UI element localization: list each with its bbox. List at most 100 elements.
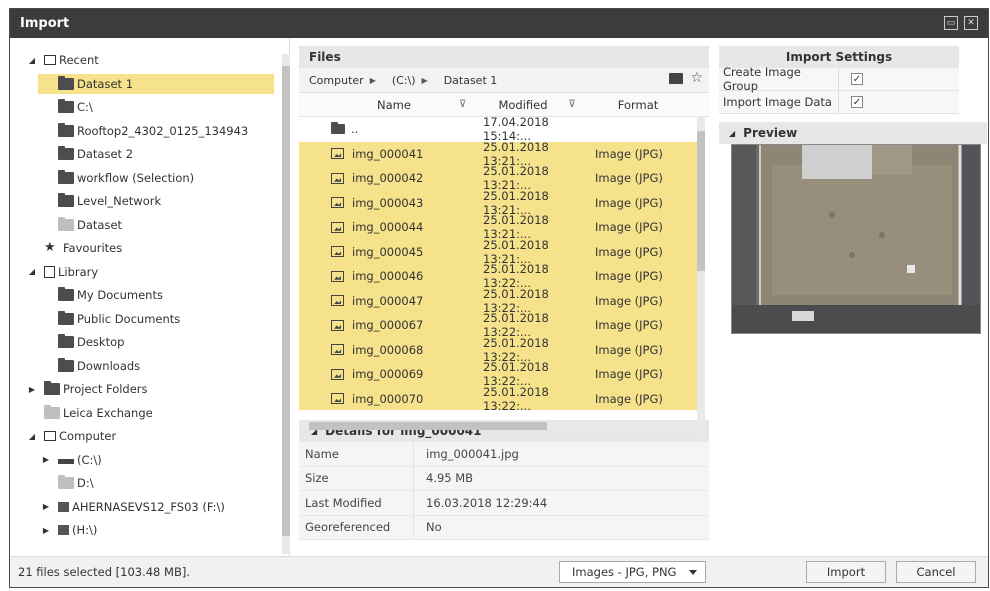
star-outline-icon[interactable]: ☆ xyxy=(690,70,703,86)
file-format: Image (JPG) xyxy=(595,318,663,333)
import-button[interactable]: Import xyxy=(806,561,886,583)
tree-item-label: D:\ xyxy=(77,476,94,490)
details-row: Georeferenced No xyxy=(299,515,709,540)
folder-icon xyxy=(58,99,74,113)
setting-label: Import Image Data xyxy=(719,91,839,113)
image-icon xyxy=(331,172,344,184)
setting-checkbox[interactable]: ✓ xyxy=(851,96,863,108)
tree-item[interactable]: ◢ Library xyxy=(10,262,274,282)
close-icon[interactable]: ✕ xyxy=(964,16,978,30)
details-key: Georeferenced xyxy=(299,515,414,539)
library-icon xyxy=(44,265,55,278)
tree-item-label: Public Documents xyxy=(77,311,181,326)
files-panel: Files Computer ▶ (C:\) ▶ Dataset 1 ☆ Name … xyxy=(299,46,709,540)
modified-filter-icon[interactable]: ⊽ xyxy=(561,99,583,110)
file-type-filter[interactable]: Images - JPG, PNG xyxy=(559,561,706,583)
collapsed-arrow-icon[interactable]: ▶ xyxy=(26,385,38,394)
file-name: img_000067 xyxy=(352,318,424,333)
collapsed-arrow-icon[interactable]: ▶ xyxy=(40,526,52,535)
file-format: Image (JPG) xyxy=(595,146,663,161)
file-row[interactable]: img_000069 25.01.2018 13:22:... Image (JPG… xyxy=(299,360,697,388)
tree-item[interactable]: Leica Exchange xyxy=(10,403,274,423)
tree-item[interactable]: Downloads xyxy=(10,356,274,376)
expanded-arrow-icon[interactable]: ◢ xyxy=(26,56,38,65)
tree-item[interactable]: Dataset xyxy=(10,215,274,235)
details-value: 4.95 MB xyxy=(426,471,474,486)
file-row[interactable]: img_000044 25.01.2018 13:21:... Image (JPG… xyxy=(299,213,697,241)
breadcrumb-dataset-1[interactable]: Dataset 1 xyxy=(444,74,498,87)
details-value: img_000041.jpg xyxy=(426,446,519,461)
file-row[interactable]: img_000067 25.01.2018 13:22:... Image (JPG… xyxy=(299,311,697,339)
name-filter-icon[interactable]: ⊽ xyxy=(459,99,469,110)
folder-icon xyxy=(58,310,74,325)
tree-item-label: Downloads xyxy=(77,358,141,373)
file-row[interactable]: img_000070 25.01.2018 13:22:... Image (JPG… xyxy=(299,385,697,410)
tree-item[interactable]: ▶ Project Folders xyxy=(10,379,274,399)
file-format: Image (JPG) xyxy=(595,293,663,308)
file-name: img_000046 xyxy=(352,269,424,284)
tree-item[interactable]: ▶ AHERNASEVS12_FS03 (F:\) xyxy=(10,497,274,517)
file-row[interactable]: .. 17.04.2018 15:14:... xyxy=(299,117,697,143)
open-folder-icon[interactable] xyxy=(669,73,683,84)
tree-item-label: Leica Exchange xyxy=(63,405,153,420)
file-name: .. xyxy=(351,122,359,137)
collapsed-arrow-icon[interactable]: ▶ xyxy=(40,455,52,464)
tree-item[interactable]: Desktop xyxy=(10,332,274,352)
tree-item[interactable]: Dataset 1 xyxy=(38,73,274,94)
import-dialog: Import ▭ ✕ ◢ Recent Dataset 1 C:\ Rooftop2_4… xyxy=(9,8,989,588)
preview-header[interactable]: ◢ Preview xyxy=(719,122,987,144)
image-icon xyxy=(331,295,344,307)
collapsed-arrow-icon[interactable]: ▶ xyxy=(40,502,52,511)
breadcrumb-c-drive[interactable]: (C:\) ▶ xyxy=(392,74,428,87)
details-key: Size xyxy=(299,466,414,490)
breadcrumb-computer[interactable]: Computer ▶ xyxy=(309,74,376,87)
file-list-scrollbar[interactable] xyxy=(697,117,705,437)
setting-label: Create Image Group xyxy=(719,65,839,93)
folder-icon xyxy=(331,122,345,135)
folder-icon xyxy=(58,357,74,372)
file-list-header: Name ⊽ Modified ⊽ Format xyxy=(299,93,709,117)
file-format: Image (JPG) xyxy=(595,269,663,284)
folder-icon xyxy=(44,381,60,395)
details-value: No xyxy=(426,520,442,535)
tree-item[interactable]: ▶ (C:\) xyxy=(10,450,274,470)
tree-item[interactable]: My Documents xyxy=(10,285,274,305)
selection-status: 21 files selected [103.48 MB]. xyxy=(18,565,190,579)
tree-item[interactable]: C:\ xyxy=(10,97,274,117)
tree-item-label: Dataset xyxy=(77,217,123,232)
image-icon xyxy=(331,368,344,380)
setting-checkbox[interactable]: ✓ xyxy=(851,73,863,85)
details-row: Size 4.95 MB xyxy=(299,466,709,491)
file-row[interactable]: img_000047 25.01.2018 13:22:... Image (JPG… xyxy=(299,287,697,315)
file-row[interactable]: img_000068 25.01.2018 13:22:... Image (JPG… xyxy=(299,336,697,364)
expanded-arrow-icon[interactable]: ◢ xyxy=(26,267,38,276)
file-row[interactable]: img_000041 25.01.2018 13:21:... Image (JPG… xyxy=(299,140,697,168)
tree-item[interactable]: Dataset 2 xyxy=(10,144,274,164)
image-icon xyxy=(331,270,344,282)
column-name[interactable]: Name xyxy=(299,98,459,112)
tree-item[interactable]: workflow (Selection) xyxy=(10,168,274,188)
restore-icon[interactable]: ▭ xyxy=(944,16,958,30)
tree-item[interactable]: Public Documents xyxy=(10,309,274,329)
expanded-arrow-icon[interactable]: ◢ xyxy=(26,432,38,441)
column-format[interactable]: Format xyxy=(583,98,693,112)
file-list-hscrollbar[interactable] xyxy=(299,422,697,430)
tree-item[interactable]: Rooftop2_4302_0125_134943 xyxy=(10,121,274,141)
file-row[interactable]: img_000045 25.01.2018 13:21:... Image (JPG… xyxy=(299,238,697,266)
tree-item[interactable]: D:\ xyxy=(10,473,274,493)
tree-item[interactable]: ◢ Computer xyxy=(10,426,274,446)
cancel-button[interactable]: Cancel xyxy=(896,561,976,583)
tree-scrollbar[interactable] xyxy=(282,54,290,554)
file-format: Image (JPG) xyxy=(595,391,663,406)
tree-item[interactable]: Level_Network xyxy=(10,191,274,211)
file-row[interactable]: img_000043 25.01.2018 13:21:... Image (JPG… xyxy=(299,189,697,217)
setting-row: Create Image Group ✓ xyxy=(719,65,959,93)
file-row[interactable]: img_000046 25.01.2018 13:22:... Image (JPG… xyxy=(299,262,697,290)
file-row[interactable]: img_000042 25.01.2018 13:21:... Image (JPG… xyxy=(299,164,697,192)
file-format: Image (JPG) xyxy=(595,342,663,357)
tree-item[interactable]: ◢ Recent xyxy=(10,50,274,70)
column-modified[interactable]: Modified xyxy=(469,98,561,112)
tree-item[interactable]: ★ Favourites xyxy=(10,238,274,258)
tree-item[interactable]: ▶ (H:\) xyxy=(10,520,274,540)
file-format: Image (JPG) xyxy=(595,195,663,210)
